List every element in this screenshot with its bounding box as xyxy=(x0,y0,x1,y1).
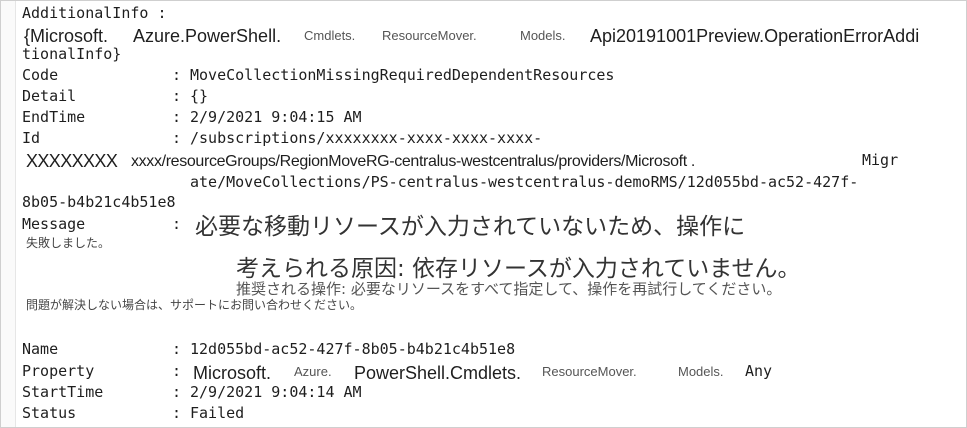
property-value-part2: Azure. xyxy=(294,364,332,379)
id-value-line2-prefix: XXXXXXXX xyxy=(26,151,118,171)
code-value: MoveCollectionMissingRequiredDependentRe… xyxy=(190,66,615,84)
detail-separator: : xyxy=(172,87,182,105)
detail-value: {} xyxy=(190,87,209,105)
status-label: Status xyxy=(22,404,77,422)
additional-info-value-part5: Models. xyxy=(520,28,566,43)
status-separator: : xyxy=(172,404,182,422)
name-separator: : xyxy=(172,340,182,358)
additional-info-value-part7: tionalInfo} xyxy=(22,45,122,63)
additional-info-value-part2: Azure.PowerShell. xyxy=(133,26,282,46)
message-separator: : xyxy=(172,215,182,233)
additional-info-value-part6: Api20191001Preview.OperationErrorAddi xyxy=(590,26,920,46)
additional-info-value-part3: Cmdlets. xyxy=(304,28,356,43)
starttime-label: StartTime xyxy=(22,383,104,401)
additional-info-value-part4: ResourceMover. xyxy=(382,28,477,43)
endtime-value: 2/9/2021 9:04:15 AM xyxy=(190,108,362,126)
property-value-part5: Models. xyxy=(678,364,724,379)
starttime-value: 2/9/2021 9:04:14 AM xyxy=(190,383,362,401)
id-value-line3: ate/MoveCollections/PS-centralus-westcen… xyxy=(190,173,859,191)
code-separator: : xyxy=(172,66,182,84)
code-label: Code xyxy=(22,66,59,84)
message-line1: 必要な移動リソースが入力されていないため、操作に xyxy=(195,214,746,240)
message-line4: 推奨される操作: 必要なリソースをすべて指定して、操作を再試行してください。 xyxy=(236,280,782,298)
id-separator: : xyxy=(172,129,182,147)
property-value-part3: PowerShell.Cmdlets. xyxy=(354,363,522,383)
starttime-separator: : xyxy=(172,383,182,401)
detail-label: Detail xyxy=(22,87,77,105)
message-label: Message xyxy=(22,215,86,233)
endtime-label: EndTime xyxy=(22,108,86,126)
id-value-line2: xxxx/resourceGroups/RegionMoveRG-central… xyxy=(131,153,696,170)
property-value-part4: ResourceMover. xyxy=(542,364,637,379)
message-line5: 問題が解決しない場合は、サポートにお問い合わせください。 xyxy=(26,298,363,312)
id-value-line2-suffix: Migr xyxy=(862,151,899,169)
status-value: Failed xyxy=(190,404,245,422)
id-value-line1: /subscriptions/xxxxxxxx-xxxx-xxxx-xxxx- xyxy=(190,129,543,147)
name-label: Name xyxy=(22,340,59,358)
message-line2: 失敗しました。 xyxy=(26,236,111,250)
property-value-part6: Any xyxy=(745,362,773,380)
property-separator: : xyxy=(172,362,182,380)
property-value-part1: Microsoft. xyxy=(193,363,272,383)
id-value-line4: 8b05-b4b21c4b51e8 xyxy=(22,193,176,211)
endtime-separator: : xyxy=(172,108,182,126)
name-value: 12d055bd-ac52-427f-8b05-b4b21c4b51e8 xyxy=(190,340,516,358)
property-label: Property xyxy=(22,362,95,380)
additional-info-label: AdditionalInfo : xyxy=(22,4,167,22)
id-label: Id xyxy=(22,129,41,147)
